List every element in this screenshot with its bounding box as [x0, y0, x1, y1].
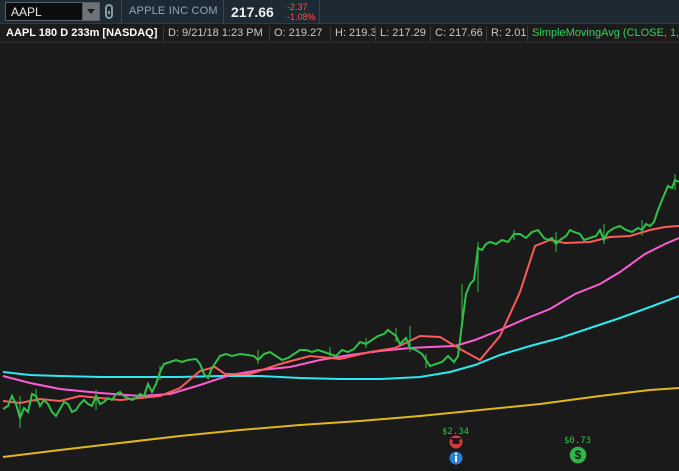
symbol-input[interactable]: AAPL [11, 5, 42, 19]
bar-date: D: 9/21/18 1:23 PM [168, 27, 263, 39]
svg-text:$: $ [575, 448, 582, 462]
symbol-selector[interactable]: AAPL [5, 2, 100, 21]
divider [269, 26, 270, 41]
phone-icon[interactable] [449, 435, 463, 449]
chart-title[interactable]: AAPL 180 D 233m [NASDAQ] [6, 27, 157, 39]
info-icon[interactable] [449, 451, 463, 465]
divider [375, 26, 376, 41]
link-icon[interactable] [105, 4, 113, 19]
last-price: 217.66 [231, 4, 274, 20]
bar-close: C: 217.66 [435, 27, 483, 39]
divider [223, 0, 224, 24]
bar-range: R: 2.01 [491, 27, 527, 39]
bar-open: O: 219.27 [274, 27, 323, 39]
divider [330, 26, 331, 41]
earnings-label: $2.34 [442, 427, 469, 437]
divider [430, 26, 431, 41]
chart-info-bar: AAPL 180 D 233m [NASDAQ] D: 9/21/18 1:23… [0, 24, 679, 43]
dividend-label: $0.73 [564, 436, 591, 446]
study-label[interactable]: SimpleMovingAvg (CLOSE, 1, [532, 27, 679, 39]
company-name: APPLE INC COM [129, 5, 218, 17]
divider [319, 0, 320, 24]
percent-change: -1.08% [287, 12, 316, 22]
net-change: -2.37 [287, 2, 308, 12]
chevron-down-icon[interactable] [82, 3, 99, 20]
divider [121, 0, 122, 24]
bar-high: H: 219.3 [335, 27, 377, 39]
price-chart[interactable]: $2.34 $0.73 $ [0, 44, 679, 471]
quote-header: AAPL APPLE INC COM 217.66 -2.37 -1.08% [0, 0, 679, 24]
divider [486, 26, 487, 41]
chart-background [0, 44, 679, 471]
dollar-icon[interactable]: $ [568, 445, 588, 465]
divider [527, 26, 528, 41]
bar-low: L: 217.29 [380, 27, 426, 39]
divider [163, 26, 164, 41]
